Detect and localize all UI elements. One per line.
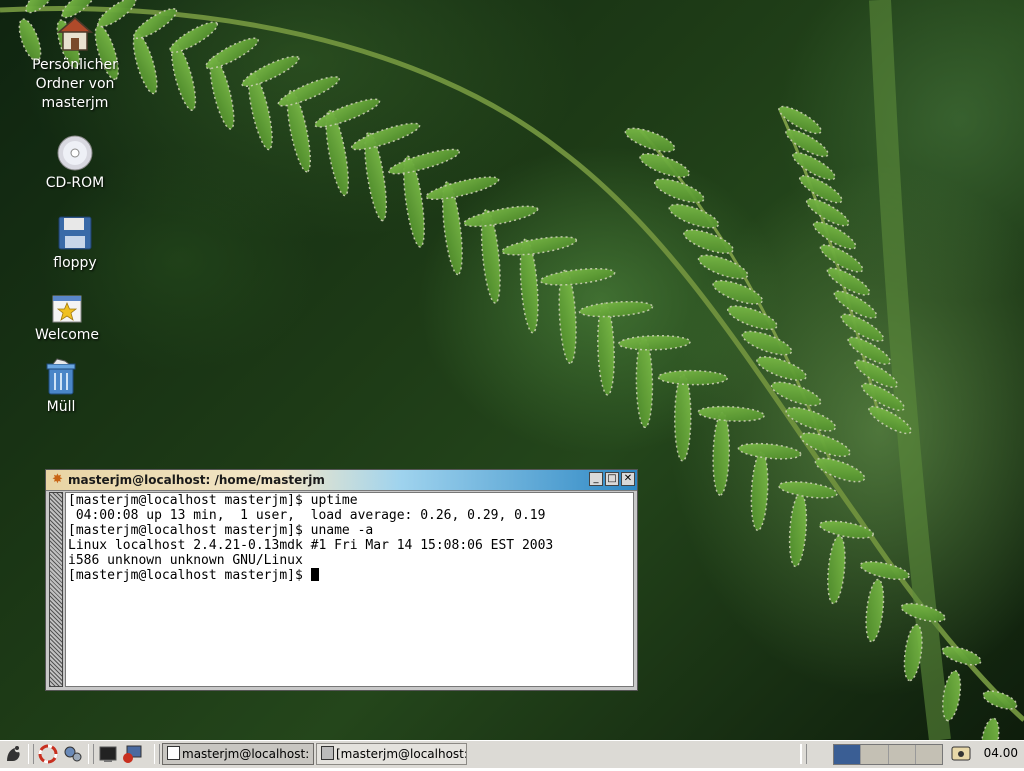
terminal-scrollbar[interactable] [49, 492, 63, 687]
terminal-window[interactable]: ✸ masterjm@localhost: /home/masterjm _ □… [45, 469, 638, 691]
maximize-button[interactable]: □ [605, 472, 619, 486]
terminal-icon[interactable] [97, 744, 119, 766]
window-title: masterjm@localhost: /home/masterjm [68, 473, 325, 487]
panel-grip[interactable] [88, 744, 94, 764]
taskbar: masterjm@localhost: [masterjm@localhost:… [0, 740, 1024, 768]
task-label: [masterjm@localhost: [336, 747, 467, 761]
panel-grip[interactable] [154, 744, 160, 764]
workspace-2[interactable] [861, 745, 889, 764]
text-cursor [310, 568, 319, 581]
workspace-4[interactable] [915, 745, 942, 764]
panel-grip[interactable] [800, 744, 807, 764]
panel-grip[interactable] [28, 744, 34, 764]
workspace-pager[interactable] [833, 744, 943, 765]
window-icon [321, 746, 334, 760]
home-folder-icon [57, 17, 93, 51]
minimize-button[interactable]: _ [589, 472, 603, 486]
desktop-icon-label: Persönlicher Ordner von masterjm [32, 57, 118, 111]
workspace-3[interactable] [888, 745, 916, 764]
desktop-icon-welcome[interactable]: Welcome [7, 294, 127, 345]
terminal-prompt-line[interactable]: [masterjm@localhost masterjm]$ [68, 568, 631, 583]
desktop-icon-label: CD-ROM [45, 175, 105, 191]
welcome-icon [52, 295, 82, 323]
desktop-icon-floppy[interactable]: floppy [15, 214, 135, 273]
terminal-prompt: [masterjm@localhost masterjm]$ [68, 568, 311, 583]
desktop-icon-home[interactable]: Persönlicher Ordner von masterjm [15, 14, 135, 113]
desktop-icon-label: Welcome [34, 327, 100, 343]
terminal-line: [masterjm@localhost masterjm]$ uname -a [68, 523, 374, 538]
notification-icon[interactable] [950, 744, 972, 766]
settings-icon[interactable] [62, 744, 84, 766]
trash-icon [46, 358, 76, 395]
clock[interactable]: 04.00 [984, 746, 1018, 760]
terminal-line: Linux localhost 2.4.21-0.13mdk #1 Fri Ma… [68, 538, 554, 553]
task-button-terminal-1[interactable]: masterjm@localhost: [162, 743, 314, 765]
floppy-icon [58, 216, 92, 250]
desktop-icon-label: floppy [53, 255, 97, 271]
desktop-icon-label: Müll [46, 399, 76, 415]
close-button[interactable]: ✕ [621, 472, 635, 486]
terminal-line: 04:00:08 up 13 min, 1 user, load average… [68, 508, 546, 523]
workspace-1[interactable] [834, 745, 862, 764]
window-icon [167, 746, 180, 760]
terminal-line: [masterjm@localhost masterjm]$ uptime [68, 493, 358, 508]
terminal-output[interactable]: [masterjm@localhost masterjm]$ uptime 04… [65, 492, 634, 687]
main-menu-icon[interactable] [3, 743, 25, 765]
task-button-terminal-2[interactable]: [masterjm@localhost: [316, 743, 467, 765]
window-titlebar[interactable]: ✸ masterjm@localhost: /home/masterjm _ □… [46, 470, 637, 491]
desktop-icon-trash[interactable]: Müll [1, 358, 121, 417]
remote-icon[interactable] [121, 744, 143, 766]
cdrom-icon [57, 135, 93, 171]
task-label: masterjm@localhost: [182, 747, 310, 761]
window-menu-star-icon[interactable]: ✸ [52, 472, 63, 487]
help-icon[interactable] [37, 744, 59, 766]
desktop-icon-cdrom[interactable]: CD-ROM [15, 134, 135, 193]
terminal-line: i586 unknown unknown GNU/Linux [68, 553, 303, 568]
